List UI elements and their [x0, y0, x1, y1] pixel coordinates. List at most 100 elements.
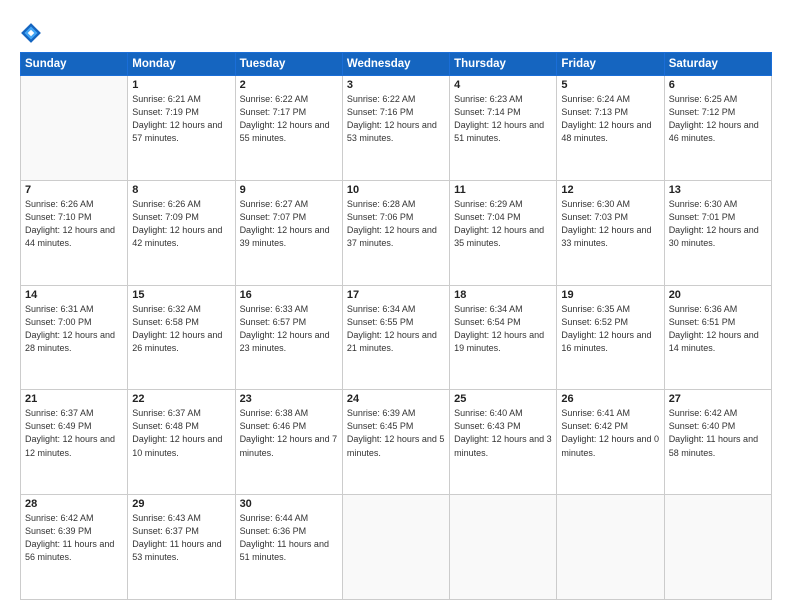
day-number: 17	[347, 289, 445, 301]
calendar-cell: 9 Sunrise: 6:27 AM Sunset: 7:07 PM Daylig…	[235, 180, 342, 285]
logo-icon	[20, 22, 42, 44]
day-number: 30	[240, 498, 338, 510]
weekday-header-tuesday: Tuesday	[235, 53, 342, 76]
day-info: Sunrise: 6:36 AM Sunset: 6:51 PM Dayligh…	[669, 303, 767, 355]
day-info: Sunrise: 6:37 AM Sunset: 6:48 PM Dayligh…	[132, 407, 230, 459]
day-number: 19	[561, 289, 659, 301]
day-number: 29	[132, 498, 230, 510]
day-info: Sunrise: 6:22 AM Sunset: 7:16 PM Dayligh…	[347, 93, 445, 145]
day-number: 14	[25, 289, 123, 301]
calendar-cell: 3 Sunrise: 6:22 AM Sunset: 7:16 PM Daylig…	[342, 76, 449, 181]
header	[20, 18, 772, 44]
calendar-cell: 20 Sunrise: 6:36 AM Sunset: 6:51 PM Dayli…	[664, 285, 771, 390]
day-info: Sunrise: 6:34 AM Sunset: 6:55 PM Dayligh…	[347, 303, 445, 355]
logo	[20, 22, 44, 44]
calendar-cell: 13 Sunrise: 6:30 AM Sunset: 7:01 PM Dayli…	[664, 180, 771, 285]
calendar-cell	[664, 495, 771, 600]
calendar-cell: 16 Sunrise: 6:33 AM Sunset: 6:57 PM Dayli…	[235, 285, 342, 390]
day-info: Sunrise: 6:34 AM Sunset: 6:54 PM Dayligh…	[454, 303, 552, 355]
day-number: 23	[240, 393, 338, 405]
day-number: 15	[132, 289, 230, 301]
day-info: Sunrise: 6:30 AM Sunset: 7:01 PM Dayligh…	[669, 198, 767, 250]
week-row-0: 1 Sunrise: 6:21 AM Sunset: 7:19 PM Daylig…	[21, 76, 772, 181]
day-info: Sunrise: 6:38 AM Sunset: 6:46 PM Dayligh…	[240, 407, 338, 459]
day-number: 8	[132, 184, 230, 196]
day-info: Sunrise: 6:26 AM Sunset: 7:10 PM Dayligh…	[25, 198, 123, 250]
weekday-header-monday: Monday	[128, 53, 235, 76]
calendar-cell: 26 Sunrise: 6:41 AM Sunset: 6:42 PM Dayli…	[557, 390, 664, 495]
day-number: 6	[669, 79, 767, 91]
day-number: 16	[240, 289, 338, 301]
calendar-cell: 11 Sunrise: 6:29 AM Sunset: 7:04 PM Dayli…	[450, 180, 557, 285]
weekday-header-wednesday: Wednesday	[342, 53, 449, 76]
weekday-header-saturday: Saturday	[664, 53, 771, 76]
week-row-1: 7 Sunrise: 6:26 AM Sunset: 7:10 PM Daylig…	[21, 180, 772, 285]
day-number: 20	[669, 289, 767, 301]
day-info: Sunrise: 6:43 AM Sunset: 6:37 PM Dayligh…	[132, 512, 230, 564]
day-info: Sunrise: 6:30 AM Sunset: 7:03 PM Dayligh…	[561, 198, 659, 250]
day-number: 1	[132, 79, 230, 91]
day-number: 7	[25, 184, 123, 196]
calendar-cell: 2 Sunrise: 6:22 AM Sunset: 7:17 PM Daylig…	[235, 76, 342, 181]
day-info: Sunrise: 6:39 AM Sunset: 6:45 PM Dayligh…	[347, 407, 445, 459]
calendar-cell: 1 Sunrise: 6:21 AM Sunset: 7:19 PM Daylig…	[128, 76, 235, 181]
day-number: 2	[240, 79, 338, 91]
calendar-cell: 5 Sunrise: 6:24 AM Sunset: 7:13 PM Daylig…	[557, 76, 664, 181]
day-number: 18	[454, 289, 552, 301]
calendar-cell: 21Sunrise: 6:37 AM Sunset: 6:49 PM Dayli…	[21, 390, 128, 495]
day-number: 13	[669, 184, 767, 196]
calendar-cell: 23 Sunrise: 6:38 AM Sunset: 6:46 PM Dayli…	[235, 390, 342, 495]
calendar-cell: 29 Sunrise: 6:43 AM Sunset: 6:37 PM Dayli…	[128, 495, 235, 600]
calendar-cell: 28Sunrise: 6:42 AM Sunset: 6:39 PM Dayli…	[21, 495, 128, 600]
day-info: Sunrise: 6:35 AM Sunset: 6:52 PM Dayligh…	[561, 303, 659, 355]
day-number: 25	[454, 393, 552, 405]
weekday-header-sunday: Sunday	[21, 53, 128, 76]
day-info: Sunrise: 6:23 AM Sunset: 7:14 PM Dayligh…	[454, 93, 552, 145]
calendar-cell: 8 Sunrise: 6:26 AM Sunset: 7:09 PM Daylig…	[128, 180, 235, 285]
calendar-cell: 6 Sunrise: 6:25 AM Sunset: 7:12 PM Daylig…	[664, 76, 771, 181]
day-info: Sunrise: 6:25 AM Sunset: 7:12 PM Dayligh…	[669, 93, 767, 145]
day-info: Sunrise: 6:27 AM Sunset: 7:07 PM Dayligh…	[240, 198, 338, 250]
day-number: 21	[25, 393, 123, 405]
calendar-cell: 19 Sunrise: 6:35 AM Sunset: 6:52 PM Dayli…	[557, 285, 664, 390]
day-number: 12	[561, 184, 659, 196]
day-number: 22	[132, 393, 230, 405]
day-info: Sunrise: 6:28 AM Sunset: 7:06 PM Dayligh…	[347, 198, 445, 250]
day-info: Sunrise: 6:44 AM Sunset: 6:36 PM Dayligh…	[240, 512, 338, 564]
calendar-cell	[557, 495, 664, 600]
calendar-cell: 24 Sunrise: 6:39 AM Sunset: 6:45 PM Dayli…	[342, 390, 449, 495]
calendar-cell	[21, 76, 128, 181]
calendar-cell: 18 Sunrise: 6:34 AM Sunset: 6:54 PM Dayli…	[450, 285, 557, 390]
weekday-header-row: SundayMondayTuesdayWednesdayThursdayFrid…	[21, 53, 772, 76]
day-number: 27	[669, 393, 767, 405]
day-number: 9	[240, 184, 338, 196]
day-number: 24	[347, 393, 445, 405]
day-info: Sunrise: 6:41 AM Sunset: 6:42 PM Dayligh…	[561, 407, 659, 459]
calendar-cell	[342, 495, 449, 600]
day-info: Sunrise: 6:21 AM Sunset: 7:19 PM Dayligh…	[132, 93, 230, 145]
day-info: Sunrise: 6:42 AM Sunset: 6:40 PM Dayligh…	[669, 407, 767, 459]
day-info: Sunrise: 6:26 AM Sunset: 7:09 PM Dayligh…	[132, 198, 230, 250]
day-number: 11	[454, 184, 552, 196]
day-number: 5	[561, 79, 659, 91]
day-info: Sunrise: 6:29 AM Sunset: 7:04 PM Dayligh…	[454, 198, 552, 250]
calendar-cell: 30 Sunrise: 6:44 AM Sunset: 6:36 PM Dayli…	[235, 495, 342, 600]
week-row-4: 28Sunrise: 6:42 AM Sunset: 6:39 PM Dayli…	[21, 495, 772, 600]
day-number: 26	[561, 393, 659, 405]
day-number: 3	[347, 79, 445, 91]
calendar-cell: 22 Sunrise: 6:37 AM Sunset: 6:48 PM Dayli…	[128, 390, 235, 495]
calendar-cell: 12 Sunrise: 6:30 AM Sunset: 7:03 PM Dayli…	[557, 180, 664, 285]
calendar-cell: 7 Sunrise: 6:26 AM Sunset: 7:10 PM Daylig…	[21, 180, 128, 285]
calendar-cell: 25Sunrise: 6:40 AM Sunset: 6:43 PM Dayli…	[450, 390, 557, 495]
day-info: Sunrise: 6:22 AM Sunset: 7:17 PM Dayligh…	[240, 93, 338, 145]
calendar-cell: 27 Sunrise: 6:42 AM Sunset: 6:40 PM Dayli…	[664, 390, 771, 495]
calendar-cell: 15 Sunrise: 6:32 AM Sunset: 6:58 PM Dayli…	[128, 285, 235, 390]
day-info: Sunrise: 6:32 AM Sunset: 6:58 PM Dayligh…	[132, 303, 230, 355]
day-info: Sunrise: 6:24 AM Sunset: 7:13 PM Dayligh…	[561, 93, 659, 145]
day-number: 28	[25, 498, 123, 510]
week-row-2: 14Sunrise: 6:31 AM Sunset: 7:00 PM Dayli…	[21, 285, 772, 390]
day-info: Sunrise: 6:33 AM Sunset: 6:57 PM Dayligh…	[240, 303, 338, 355]
weekday-header-thursday: Thursday	[450, 53, 557, 76]
day-number: 10	[347, 184, 445, 196]
calendar-cell: 10 Sunrise: 6:28 AM Sunset: 7:06 PM Dayli…	[342, 180, 449, 285]
